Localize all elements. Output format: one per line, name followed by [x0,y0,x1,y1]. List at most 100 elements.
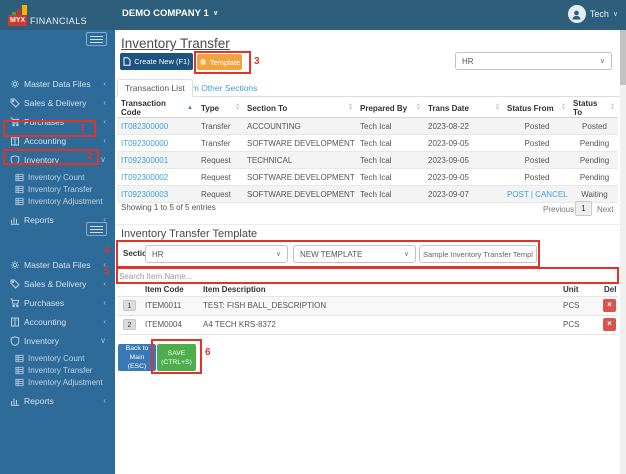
app-window: MYX FINANCIALS DEMO COMPANY 1 ∨ Tech ∨ M… [0,0,626,474]
transaction-code-link[interactable]: IT092300000 [121,139,168,148]
sidebar-item-inventory[interactable]: Inventory ∨ [0,152,115,167]
delete-icon: × [607,319,612,328]
book-icon [10,136,20,146]
column-header-transaction-code[interactable]: Transaction Code▲ [117,99,197,118]
sidebar-item-reports[interactable]: Reports ‹ [0,393,115,408]
sidebar-item-inventory-transfer[interactable]: Inventory Transfer [0,364,115,376]
pagination-next[interactable]: Next [597,205,613,214]
sidebar-item-label: Inventory Adjustment [28,197,103,206]
column-header-section-to[interactable]: Section To▲▼ [243,99,356,118]
sidebar-item-purchases[interactable]: Purchases ‹ [0,114,115,129]
table-row: IT092300002 Request SOFTWARE DEVELOPMENT… [117,169,618,186]
chart-icon [10,396,20,406]
post-link[interactable]: POST [507,190,529,199]
template-heading: Inventory Transfer Template [121,228,257,240]
search-item-input[interactable] [119,270,615,282]
sort-icon: ▲▼ [348,103,353,111]
transactions-table: Transaction Code▲ Type▲▼ Section To▲▼ Pr… [117,99,618,203]
file-icon [123,57,131,66]
sidebar-item-sales-delivery[interactable]: Sales & Delivery ‹ [0,276,115,291]
sidebar-item-master-data-files[interactable]: Master Data Files ‹ [0,257,115,272]
sidebar-item-inventory-count[interactable]: Inventory Count [0,352,115,364]
gear-icon [10,79,20,89]
sidebar: Master Data Files ‹ Sales & Delivery ‹ P… [0,30,115,474]
item-description: A4 TECH KRS-8372 [199,315,559,334]
column-header-status-from[interactable]: Status From▲▼ [503,99,569,118]
sidebar-item-label: Accounting [24,317,66,327]
list-icon [15,354,24,363]
item-code: ITEM0004 [141,315,199,334]
sidebar-item-label: Reports [24,215,54,225]
sidebar-toggle-button[interactable] [86,32,107,46]
column-header-prepared-by[interactable]: Prepared By▲▼ [356,99,424,118]
delete-icon: × [607,300,612,309]
chevron-down-icon: ∨ [213,10,219,17]
pagination-previous[interactable]: Previous [543,205,574,214]
chevron-left-icon: ‹ [103,317,106,326]
column-header-status-to[interactable]: Status To▲▼ [569,99,618,118]
item-description: TEST: FISH BALL_DESCRIPTION [199,296,559,315]
company-name: DEMO COMPANY 1 [122,8,209,19]
app-logo[interactable]: MYX FINANCIALS [8,3,114,28]
transaction-code-link[interactable]: IT092300002 [121,173,168,182]
sidebar-item-purchases[interactable]: Purchases ‹ [0,295,115,310]
sidebar-toggle-button[interactable] [86,222,107,236]
transaction-code-link[interactable]: IT082300000 [121,122,168,131]
chevron-down-icon: ∨ [100,155,106,164]
delete-item-button[interactable]: × [603,299,616,312]
sidebar-item-sales-delivery[interactable]: Sales & Delivery ‹ [0,95,115,110]
sort-icon: ▲▼ [610,103,615,111]
template-button[interactable]: Template [197,54,242,70]
tag-icon [10,279,20,289]
items-header-unit: Unit [559,284,603,296]
template-section-select[interactable]: HR ∨ [145,245,288,263]
chevron-left-icon: ‹ [103,298,106,307]
chevron-down-icon: ∨ [100,336,106,345]
sidebar-item-label: Inventory [24,336,59,346]
sidebar-item-label: Sales & Delivery [24,279,86,289]
sidebar-item-label: Reports [24,396,54,406]
items-header-description: Item Description [199,284,559,296]
tag-icon [10,98,20,108]
delete-item-button[interactable]: × [603,318,616,331]
sidebar-item-accounting[interactable]: Accounting ‹ [0,314,115,329]
back-to-main-button[interactable]: Back to Main (ESC) [118,344,156,371]
sidebar-item-inventory-adjustment[interactable]: Inventory Adjustment [0,195,115,207]
tab-transaction-list[interactable]: Transaction List [117,79,193,97]
item-row: 2 ITEM0004 A4 TECH KRS-8372 PCS × [117,315,618,334]
cart-icon [10,117,20,127]
vertical-scrollbar[interactable] [620,30,626,474]
list-icon [15,185,24,194]
sidebar-item-inventory-transfer[interactable]: Inventory Transfer [0,183,115,195]
list-icon [15,173,24,182]
column-header-type[interactable]: Type▲▼ [197,99,243,118]
column-header-trans-date[interactable]: Trans Date▲▼ [424,99,503,118]
section-filter-select[interactable]: HR ∨ [455,52,612,70]
pagination-page-1[interactable]: 1 [575,201,592,216]
template-title-input[interactable] [419,245,537,263]
gear-icon [10,260,20,270]
cancel-link[interactable]: CANCEL [535,190,567,199]
sidebar-item-label: Inventory Adjustment [28,378,103,387]
table-row: IT092300001 Request TECHNICAL Tech Ical … [117,152,618,169]
logo-financials-text: FINANCIALS [30,16,87,26]
create-new-button[interactable]: Create New (F1) [120,53,193,70]
chevron-left-icon: ‹ [103,396,106,405]
sidebar-item-inventory-count[interactable]: Inventory Count [0,171,115,183]
sidebar-item-master-data-files[interactable]: Master Data Files ‹ [0,76,115,91]
template-name-select[interactable]: NEW TEMPLATE ∨ [293,245,416,263]
user-menu[interactable]: Tech ∨ [568,5,618,23]
sidebar-item-inventory[interactable]: Inventory ∨ [0,333,115,348]
sidebar-item-label: Master Data Files [24,260,91,270]
items-header-code: Item Code [141,284,199,296]
transaction-code-link[interactable]: IT092300003 [121,190,168,199]
chart-icon [10,215,20,225]
scrollbar-thumb[interactable] [620,30,626,85]
row-number-badge: 1 [123,300,136,311]
sidebar-item-accounting[interactable]: Accounting ‹ [0,133,115,148]
item-code: ITEM0011 [141,296,199,315]
save-button[interactable]: SAVE (CTRL+S) [157,344,196,371]
company-selector[interactable]: DEMO COMPANY 1 ∨ [122,8,218,19]
transaction-code-link[interactable]: IT092300001 [121,156,168,165]
sidebar-item-inventory-adjustment[interactable]: Inventory Adjustment [0,376,115,388]
